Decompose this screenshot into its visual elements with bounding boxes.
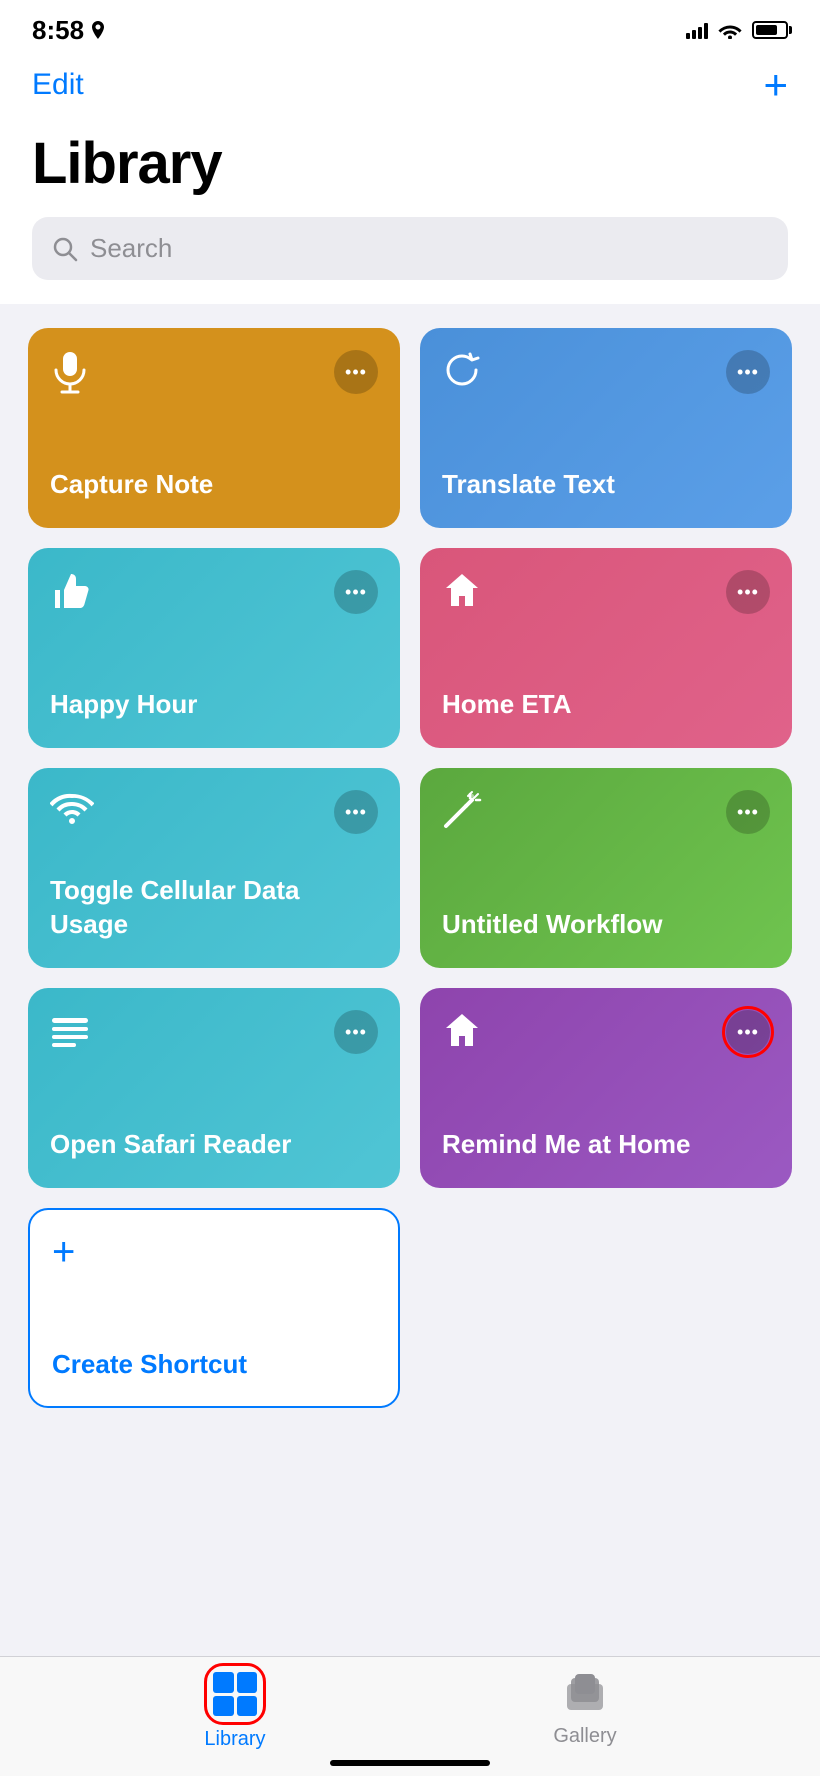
house-icon — [442, 570, 482, 619]
shortcut-happy-hour[interactable]: ••• Happy Hour — [28, 548, 400, 748]
content-spacer — [0, 1432, 820, 1492]
shortcut-open-safari[interactable]: ••• Open Safari Reader — [28, 988, 400, 1188]
mic-icon — [50, 350, 90, 403]
shortcut-toggle-cellular[interactable]: ••• Toggle Cellular Data Usage — [28, 768, 400, 968]
status-icons — [686, 21, 788, 39]
open-safari-title: Open Safari Reader — [50, 1128, 378, 1162]
search-icon — [52, 236, 78, 262]
happy-hour-title: Happy Hour — [50, 688, 378, 722]
create-shortcut-card[interactable]: + Create Shortcut — [28, 1208, 400, 1408]
refresh-icon — [442, 350, 482, 399]
capture-note-more-button[interactable]: ••• — [334, 350, 378, 394]
shortcuts-grid: ••• Capture Note ••• Translate Text — [0, 304, 820, 1432]
thumbsup-icon — [50, 570, 90, 619]
battery-icon — [752, 21, 788, 39]
time-display: 8:58 — [32, 15, 84, 46]
library-grid-icon — [213, 1672, 257, 1716]
status-time: 8:58 — [32, 15, 106, 46]
home-eta-title: Home ETA — [442, 688, 770, 722]
shortcut-capture-note[interactable]: ••• Capture Note — [28, 328, 400, 528]
location-icon — [90, 21, 106, 39]
add-shortcut-button[interactable]: + — [763, 64, 788, 106]
untitled-workflow-more-button[interactable]: ••• — [726, 790, 770, 834]
tab-library[interactable]: Library — [60, 1666, 410, 1751]
wifi-icon — [718, 21, 742, 39]
capture-note-title: Capture Note — [50, 468, 378, 502]
open-safari-more-button[interactable]: ••• — [334, 1010, 378, 1054]
tab-bar: Library Gallery — [0, 1656, 820, 1776]
search-placeholder: Search — [90, 233, 172, 264]
page-title: Library — [32, 130, 788, 197]
gallery-tab-icon-container — [563, 1670, 607, 1719]
toggle-cellular-title: Toggle Cellular Data Usage — [50, 874, 378, 942]
gallery-tab-label: Gallery — [553, 1725, 616, 1748]
untitled-workflow-title: Untitled Workflow — [442, 908, 770, 942]
shortcut-remind-home[interactable]: ••• Remind Me at Home — [420, 988, 792, 1188]
home-eta-more-button[interactable]: ••• — [726, 570, 770, 614]
safari-reader-icon — [50, 1010, 90, 1063]
toggle-cellular-more-button[interactable]: ••• — [334, 790, 378, 834]
create-plus-icon: + — [52, 1232, 376, 1272]
remind-home-more-button[interactable]: ••• — [726, 1010, 770, 1054]
page-title-section: Library — [0, 122, 820, 217]
edit-button[interactable]: Edit — [32, 68, 84, 102]
nav-bar: Edit + — [0, 54, 820, 122]
translate-text-more-button[interactable]: ••• — [726, 350, 770, 394]
wand-icon — [442, 790, 482, 839]
remind-home-title: Remind Me at Home — [442, 1128, 770, 1162]
signal-strength — [686, 21, 708, 39]
create-shortcut-title: Create Shortcut — [52, 1349, 376, 1380]
status-bar: 8:58 — [0, 0, 820, 54]
search-section: Search — [0, 217, 820, 304]
shortcut-translate-text[interactable]: ••• Translate Text — [420, 328, 792, 528]
shortcut-untitled-workflow[interactable]: ••• Untitled Workflow — [420, 768, 792, 968]
shortcut-home-eta[interactable]: ••• Home ETA — [420, 548, 792, 748]
remind-house-icon — [442, 1010, 482, 1059]
search-bar[interactable]: Search — [32, 217, 788, 280]
happy-hour-more-button[interactable]: ••• — [334, 570, 378, 614]
translate-text-title: Translate Text — [442, 468, 770, 502]
home-indicator — [330, 1760, 490, 1766]
wifi-signal-icon — [50, 790, 94, 835]
gallery-icon — [563, 1670, 607, 1714]
library-tab-icon-container — [207, 1666, 263, 1722]
library-tab-label: Library — [204, 1728, 265, 1751]
tab-gallery[interactable]: Gallery — [410, 1670, 760, 1748]
